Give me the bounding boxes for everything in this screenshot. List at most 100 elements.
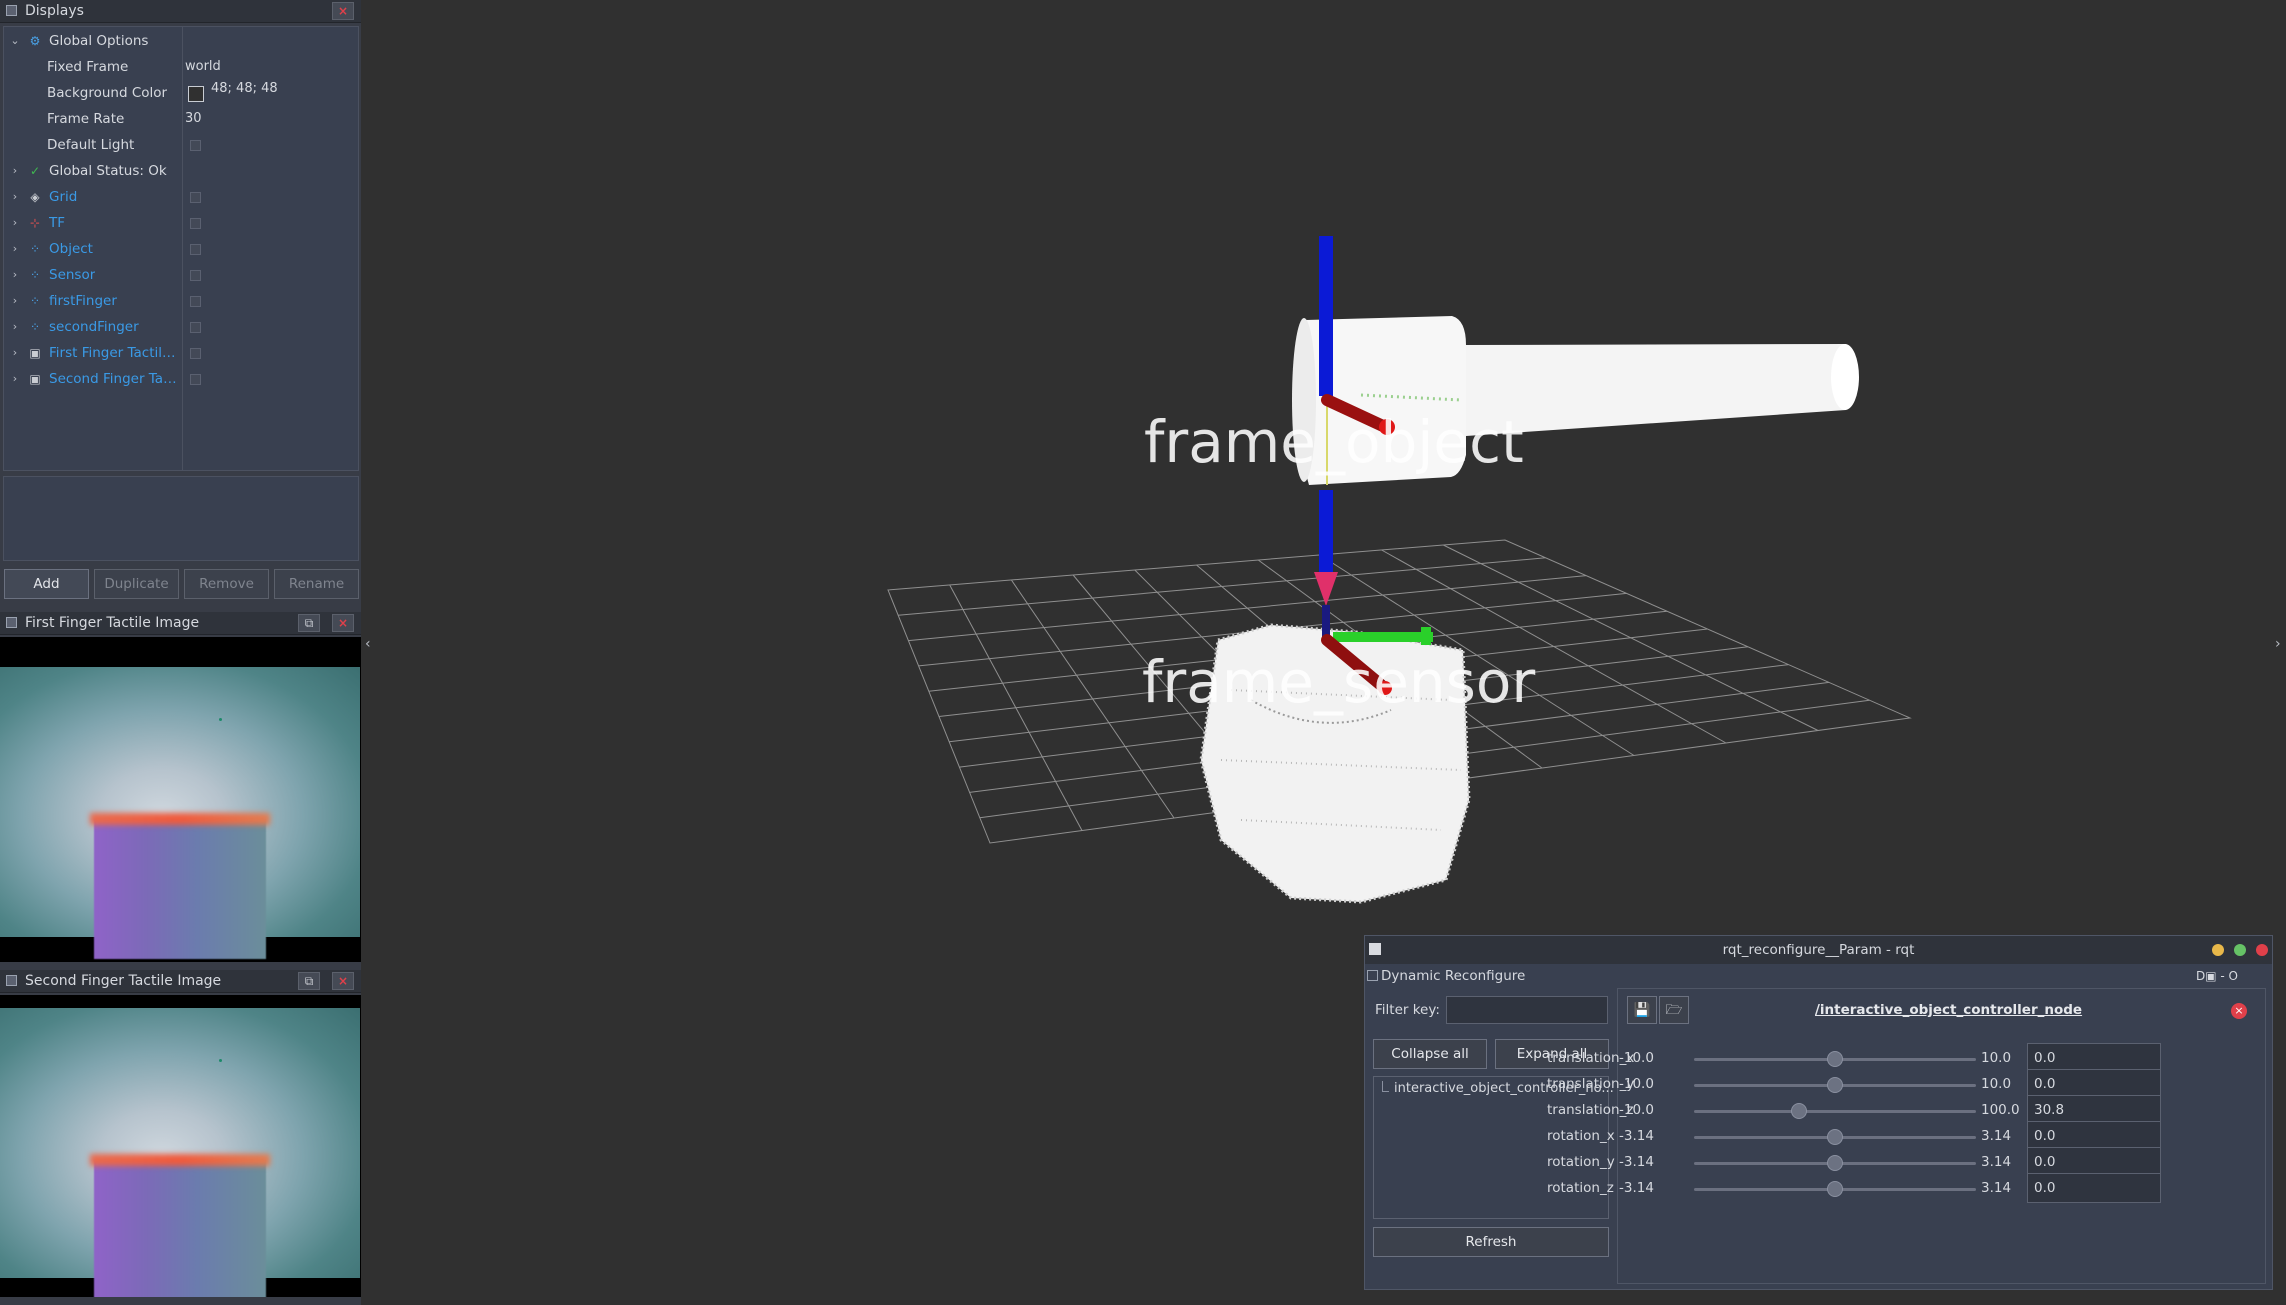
tree-row-grid[interactable]: › ◈ Grid (4, 184, 358, 210)
tree-label: First Finger Tactile I... (49, 345, 181, 361)
second-tactile-checkbox[interactable] (190, 374, 201, 385)
tf-icon: ⊹ (29, 216, 41, 230)
tree-row-first-tactile[interactable]: › ▣ First Finger Tactile I... (4, 340, 358, 366)
chevron-right-icon[interactable]: › (10, 236, 20, 262)
rqt-reconfigure-window: rqt_reconfigure__Param - rqt Dynamic Rec… (1364, 935, 2273, 1290)
param-max: 10.0 (1981, 1076, 2012, 1092)
plugin-header: Dynamic Reconfigure D▣ - O (1365, 965, 2272, 987)
close-icon[interactable]: × (332, 2, 354, 20)
param-slider-handle[interactable] (1827, 1155, 1843, 1171)
refresh-button[interactable]: Refresh (1373, 1227, 1609, 1257)
param-min: -3.14 (1619, 1154, 1654, 1170)
pointcloud-icon: ⁘ (29, 268, 41, 282)
pointcloud-icon: ⁘ (29, 320, 41, 334)
chevron-down-icon[interactable]: ⌄ (10, 28, 20, 54)
save-icon[interactable]: 💾 (1627, 996, 1657, 1024)
frame-rate-value[interactable]: 30 (185, 106, 202, 132)
window-icon (6, 617, 17, 628)
close-icon[interactable]: × (332, 972, 354, 990)
tree-label: Global Options (49, 33, 149, 49)
tree-row-tf[interactable]: › ⊹ TF (4, 210, 358, 236)
tree-row-background-color[interactable]: Background Color 48; 48; 48 (4, 80, 358, 106)
add-button[interactable]: Add (4, 569, 89, 599)
tree-row-default-light[interactable]: Default Light (4, 132, 358, 158)
chevron-right-icon[interactable]: › (10, 210, 20, 236)
first-image-titlebar: First Finger Tactile Image ⧉ × (0, 612, 361, 635)
param-slider-handle[interactable] (1827, 1077, 1843, 1093)
chevron-right-icon[interactable]: › (10, 366, 20, 392)
param-value-input[interactable]: 0.0 (2027, 1173, 2161, 1203)
tree-row-object[interactable]: › ⁘ Object (4, 236, 358, 262)
chevron-right-icon[interactable]: › (10, 262, 20, 288)
float-icon[interactable]: ⧉ (298, 614, 320, 632)
param-min: -10.0 (1619, 1102, 1654, 1118)
folder-open-icon[interactable]: 🗁 (1659, 996, 1689, 1024)
grid-checkbox[interactable] (190, 192, 201, 203)
chevron-right-icon[interactable]: › (10, 340, 20, 366)
displays-tree: ⌄ ⚙ Global Options Fixed Frame world Bac… (3, 26, 359, 471)
param-slider-handle[interactable] (1827, 1129, 1843, 1145)
param-row-rotation-z: rotation_z -3.14 3.14 0.0 (1547, 1171, 2175, 1205)
tree-row-frame-rate[interactable]: Frame Rate 30 (4, 106, 358, 132)
chevron-right-icon[interactable]: › (10, 184, 20, 210)
window-icon (6, 5, 17, 16)
tree-row-global-options[interactable]: ⌄ ⚙ Global Options (4, 28, 358, 54)
rename-button[interactable]: Rename (274, 569, 359, 599)
chevron-right-icon[interactable]: › (10, 288, 20, 314)
first-finger-checkbox[interactable] (190, 296, 201, 307)
plugin-title: Dynamic Reconfigure (1381, 968, 1526, 984)
chevron-right-icon[interactable]: › (10, 314, 20, 340)
param-slider-handle[interactable] (1790, 1103, 1807, 1119)
description-box (3, 476, 359, 561)
second-finger-checkbox[interactable] (190, 322, 201, 333)
tree-row-fixed-frame[interactable]: Fixed Frame world (4, 54, 358, 80)
param-max: 3.14 (1981, 1128, 2012, 1144)
tree-connector (1382, 1081, 1389, 1092)
tactile-image-content (0, 667, 360, 959)
tree-row-first-finger[interactable]: › ⁘ firstFinger (4, 288, 358, 314)
check-icon: ✓ (29, 164, 41, 178)
param-min: -10.0 (1619, 1076, 1654, 1092)
first-tactile-checkbox[interactable] (190, 348, 201, 359)
left-dock: Displays × ⌄ ⚙ Global Options Fixed Fram… (0, 0, 361, 1305)
plugin-controls[interactable]: D▣ - O (2196, 965, 2238, 987)
image-icon: ▣ (29, 346, 41, 360)
float-icon[interactable]: ⧉ (298, 972, 320, 990)
close-node-icon[interactable]: × (2231, 1003, 2247, 1019)
contact-edge (90, 813, 270, 825)
object-checkbox[interactable] (190, 244, 201, 255)
filter-input[interactable] (1446, 996, 1608, 1024)
minimize-button[interactable] (2212, 944, 2224, 956)
tree-row-global-status[interactable]: › ✓ Global Status: Ok (4, 158, 358, 184)
param-max: 3.14 (1981, 1154, 2012, 1170)
tree-label: Default Light (47, 137, 135, 153)
close-button[interactable] (2256, 944, 2268, 956)
tactile-image-content (0, 1008, 360, 1297)
tf-checkbox[interactable] (190, 218, 201, 229)
tree-row-second-finger[interactable]: › ⁘ secondFinger (4, 314, 358, 340)
maximize-button[interactable] (2234, 944, 2246, 956)
param-slider-handle[interactable] (1827, 1181, 1843, 1197)
close-icon[interactable]: × (332, 614, 354, 632)
background-color-value[interactable]: 48; 48; 48 (211, 76, 278, 102)
tree-label: firstFinger (49, 293, 117, 309)
marker-dot (219, 718, 222, 721)
chevron-right-icon[interactable]: › (10, 158, 20, 184)
tree-label: Global Status: Ok (49, 163, 167, 179)
frame-object-label: frame_object (1144, 408, 1524, 476)
rqt-titlebar: rqt_reconfigure__Param - rqt (1365, 936, 2272, 964)
param-slider-handle[interactable] (1827, 1051, 1843, 1067)
color-swatch[interactable] (188, 86, 204, 102)
second-image-titlebar: Second Finger Tactile Image ⧉ × (0, 970, 361, 993)
tree-row-second-tactile[interactable]: › ▣ Second Finger Tacti... (4, 366, 358, 392)
param-slider-track[interactable] (1694, 1110, 1976, 1113)
displays-titlebar: Displays × (0, 0, 361, 23)
default-light-checkbox[interactable] (190, 140, 201, 151)
tree-row-sensor[interactable]: › ⁘ Sensor (4, 262, 358, 288)
tree-label: Second Finger Tacti... (49, 371, 181, 387)
sensor-checkbox[interactable] (190, 270, 201, 281)
remove-button[interactable]: Remove (184, 569, 269, 599)
collapse-all-button[interactable]: Collapse all (1373, 1039, 1487, 1069)
duplicate-button[interactable]: Duplicate (94, 569, 179, 599)
pointcloud-icon: ⁘ (29, 242, 41, 256)
